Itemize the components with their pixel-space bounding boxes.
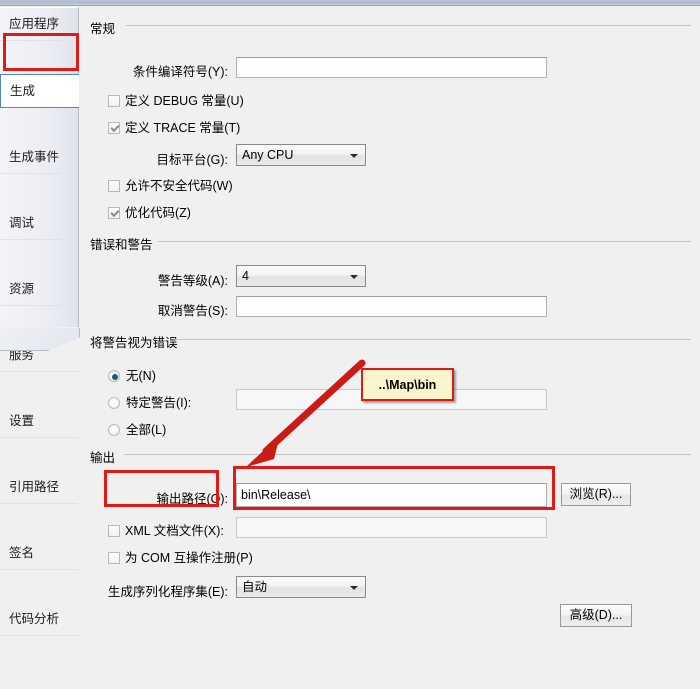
group-rule-output [124,454,691,455]
chevron-down-icon [350,154,358,158]
sidebar-item-label: 应用程序 [9,17,60,31]
sidebar-item-build[interactable]: 生成 [0,74,79,108]
optimize-code-checkbox-row[interactable]: 优化代码(Z) [108,202,191,221]
sidebar-item-code-analysis[interactable]: 代码分析 [0,603,78,636]
radio-icon[interactable] [108,424,120,436]
sidebar-item-debug[interactable]: 调试 [0,207,78,240]
chevron-down-icon [350,275,358,279]
define-debug-label: 定义 DEBUG 常量(U) [125,94,244,108]
serialization-assembly-select[interactable]: 自动 [236,576,366,598]
window-title-strip [0,0,700,6]
sidebar-item-resources[interactable]: 资源 [0,273,78,306]
advanced-button[interactable]: 高级(D)... [560,604,632,627]
warnings-none-radio-row[interactable]: 无(N) [108,365,156,384]
group-title-errors: 错误和警告 [90,238,153,252]
browse-button[interactable]: 浏览(R)... [561,483,631,506]
checkbox-icon[interactable] [108,525,120,537]
checkbox-checked-icon[interactable] [108,122,120,134]
com-interop-label: 为 COM 互操作注册(P) [125,551,253,565]
output-path-input[interactable]: bin\Release\ [236,483,547,507]
sidebar-item-label: 生成 [10,84,36,98]
serialization-assembly-value: 自动 [242,580,268,594]
checkbox-icon[interactable] [108,552,120,564]
suppress-warnings-input[interactable] [236,296,547,317]
checkbox-checked-icon[interactable] [108,207,120,219]
conditional-symbols-input[interactable] [236,57,547,78]
sidebar-item-reference-paths[interactable]: 引用路径 [0,471,78,504]
radio-selected-icon[interactable] [108,370,120,382]
checkbox-icon[interactable] [108,180,120,192]
group-rule-errors [158,241,691,242]
project-properties-window: 应用程序 生成 生成事件 调试 资源 服务 设置 引用路径 签名 代码分析 常规… [0,0,700,689]
platform-target-select[interactable]: Any CPU [236,144,366,166]
xml-doc-input[interactable] [236,517,547,538]
allow-unsafe-checkbox-row[interactable]: 允许不安全代码(W) [108,175,233,194]
group-title-warnings-as-errors: 将警告视为错误 [90,336,178,350]
sidebar-item-label: 调试 [9,216,35,230]
xml-doc-label: XML 文档文件(X): [125,524,224,538]
define-debug-checkbox-row[interactable]: 定义 DEBUG 常量(U) [108,90,244,109]
warning-level-select[interactable]: 4 [236,265,366,287]
warnings-specific-label: 特定警告(I): [126,396,192,410]
platform-target-value: Any CPU [242,148,294,162]
group-rule-warnings-as-errors [175,339,691,340]
group-rule-general [126,25,691,26]
sidebar-item-signing[interactable]: 签名 [0,537,78,570]
warning-level-label: 警告等级(A): [157,274,228,288]
output-path-label: 输出路径(O): [156,492,228,506]
platform-target-label: 目标平台(G): [156,153,228,167]
sidebar-item-label: 资源 [9,282,35,296]
build-settings-panel: 常规 条件编译符号(Y): 定义 DEBUG 常量(U) 定义 TRACE 常量… [80,7,700,689]
sidebar-item-services[interactable]: 服务 [0,339,78,372]
sidebar-item-label: 设置 [9,414,35,428]
chevron-down-icon [350,586,358,590]
define-trace-label: 定义 TRACE 常量(T) [125,121,241,135]
checkbox-icon[interactable] [108,95,120,107]
annotation-callout: ..\Map\bin [361,368,454,401]
sidebar-item-label: 签名 [9,546,35,560]
sidebar-item-build-events[interactable]: 生成事件 [0,141,78,174]
group-title-general: 常规 [90,22,116,36]
xml-doc-checkbox-row[interactable]: XML 文档文件(X): [108,520,224,539]
warning-level-value: 4 [242,269,249,283]
warnings-none-label: 无(N) [126,369,156,383]
optimize-code-label: 优化代码(Z) [125,206,191,220]
sidebar-item-label: 引用路径 [9,480,60,494]
suppress-warnings-label: 取消警告(S): [157,304,228,318]
sidebar-item-label: 生成事件 [9,150,60,164]
serialization-assembly-label: 生成序列化程序集(E): [107,585,228,599]
radio-icon[interactable] [108,397,120,409]
allow-unsafe-label: 允许不安全代码(W) [125,179,233,193]
sidebar-item-label: 代码分析 [9,612,60,626]
sidebar-item-label: 服务 [9,348,35,362]
define-trace-checkbox-row[interactable]: 定义 TRACE 常量(T) [108,117,240,136]
group-title-output: 输出 [90,451,116,465]
warnings-all-label: 全部(L) [126,423,167,437]
warnings-all-radio-row[interactable]: 全部(L) [108,419,166,438]
properties-tab-sidebar: 应用程序 生成 生成事件 调试 资源 服务 设置 引用路径 签名 代码分析 [0,7,79,636]
warnings-specific-radio-row[interactable]: 特定警告(I): [108,392,191,411]
sidebar-item-application[interactable]: 应用程序 [0,8,78,41]
com-interop-checkbox-row[interactable]: 为 COM 互操作注册(P) [108,547,253,566]
sidebar-item-settings[interactable]: 设置 [0,405,78,438]
conditional-symbols-label: 条件编译符号(Y): [132,65,228,79]
